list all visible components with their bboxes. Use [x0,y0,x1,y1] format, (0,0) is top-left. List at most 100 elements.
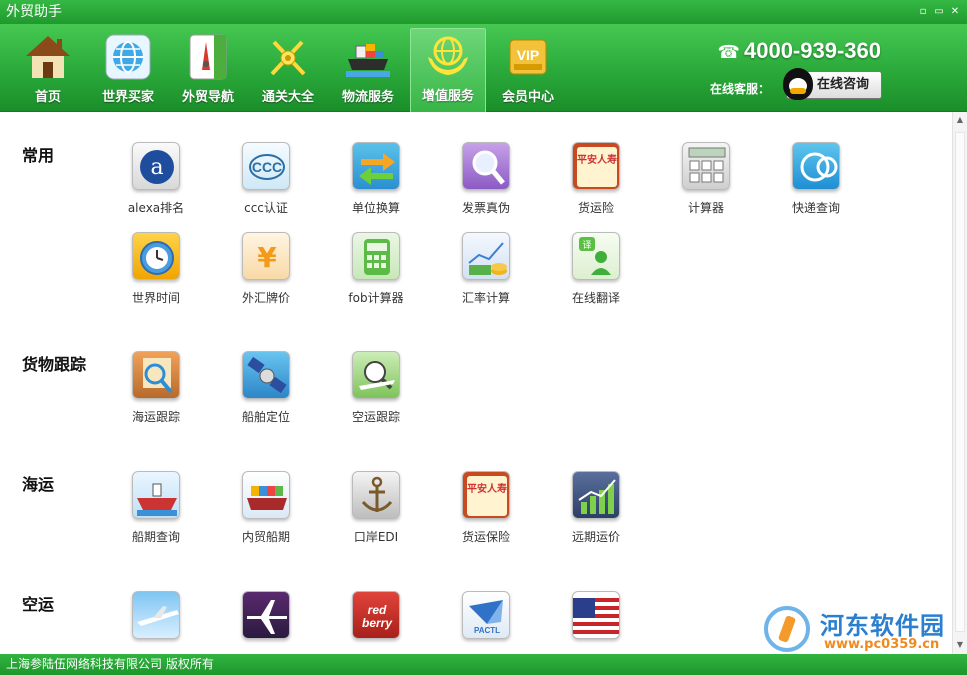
anchor-icon [352,471,400,519]
pactl-icon: PACTL [462,591,510,639]
tool-label: alexa排名 [127,201,185,215]
tool-invoice-check[interactable]: 发票真伪 [436,142,536,216]
tool-label: 在线翻译 [571,291,620,305]
nav-item-value-added[interactable]: 增值服务 [410,28,486,112]
tool-label: ccc认证 [244,201,288,215]
section-title-common: 常用 [22,146,55,165]
alarm-clock-icon [132,232,180,280]
vip-icon: VIP [504,34,552,80]
maximize-icon[interactable]: ▭ [933,6,945,18]
nav-item-logistics[interactable]: 物流服务 [330,30,406,110]
customs-icon [264,34,312,80]
tool-sea-tracking[interactable]: 海运跟踪 [106,351,206,425]
tool-label: 外汇牌价 [241,291,290,305]
tool-label: 远期运价 [571,530,620,544]
svg-text:a: a [150,155,163,180]
convert-arrows-icon [352,142,400,190]
ship-schedule-icon [132,471,180,519]
tool-label: 内贸船期 [241,530,290,544]
nav-item-member[interactable]: VIP 会员中心 [490,30,566,110]
nav-label: 增值服务 [421,89,474,104]
nav-item-trade-nav[interactable]: 外贸导航 [170,30,246,110]
sea-track-icon [132,351,180,399]
tool-ccc[interactable]: CCC ccc认证 [216,142,316,216]
vertical-scrollbar[interactable]: ▲ ▼ [952,112,967,654]
close-icon[interactable]: ✕ [949,6,961,18]
globe-icon [104,34,152,80]
nav-label: 物流服务 [341,90,394,105]
hotline: ☎ 4000-939-360 [718,38,881,64]
tool-label: 货运保险 [461,530,510,544]
window-controls: ▫ ▭ ✕ [917,0,961,24]
scroll-down-icon[interactable]: ▼ [955,640,965,650]
nav-label: 会员中心 [501,90,554,105]
nav-item-world-buyers[interactable]: 世界买家 [90,30,166,110]
tool-alexa[interactable]: a alexa排名 [106,142,206,216]
tool-label: 船舶定位 [241,410,290,424]
phone-number: 4000-939-360 [743,38,881,63]
tool-label: 世界时间 [131,291,180,305]
tool-freight-insurance[interactable]: 平安人寿 货运保险 [436,471,536,545]
insurance-icon: 平安人寿 [572,142,620,190]
tool-label: fob计算器 [348,291,404,305]
ship-icon [344,34,392,80]
tool-label: 空运跟踪 [351,410,400,424]
ccc-icon: CCC [242,142,290,190]
tool-port-edi[interactable]: 口岸EDI [326,471,426,545]
airplane-dark-icon [242,591,290,639]
tool-air-1[interactable] [106,591,206,648]
phone-icon: ☎ [717,42,740,63]
svg-text:VIP: VIP [517,47,540,63]
section-title-cargo-tracking: 货物跟踪 [22,355,87,374]
nav-label: 世界买家 [101,90,154,105]
status-bar: 上海参陆伍网络科技有限公司 版权所有 [0,654,967,675]
compass-icon [184,34,232,80]
alexa-icon: a [132,142,180,190]
exchange-chart-icon [462,232,510,280]
nav-label: 通关大全 [261,90,314,105]
watermark-logo [764,606,810,652]
rising-chart-icon [572,471,620,519]
tool-vessel-position[interactable]: 船舶定位 [216,351,316,425]
fob-calculator-icon [352,232,400,280]
air-track-icon [352,351,400,399]
container-ship-icon [242,471,290,519]
consult-label: 在线咨询 [817,77,870,92]
tool-unit-convert[interactable]: 单位换算 [326,142,426,216]
tool-ship-schedule[interactable]: 船期查询 [106,471,206,545]
tool-world-time[interactable]: 世界时间 [106,232,206,306]
tool-fob-calculator[interactable]: fob计算器 [326,232,426,306]
tool-forward-freight[interactable]: 远期运价 [546,471,646,545]
tool-air-5[interactable] [546,591,646,648]
scroll-thumb[interactable] [955,132,965,632]
scroll-up-icon[interactable]: ▲ [955,115,965,125]
satellite-icon [242,351,290,399]
tool-label: 货运险 [577,201,614,215]
tool-air-2[interactable] [216,591,316,648]
section-title-air: 空运 [22,595,55,614]
us-flag-icon [572,591,620,639]
tool-label: 计算器 [687,201,724,215]
nav-item-home[interactable]: 首页 [10,30,86,110]
tool-express[interactable]: 快递查询 [766,142,866,216]
redberry-icon: red berry [352,591,400,639]
express-icon [792,142,840,190]
tool-calculator[interactable]: 计算器 [656,142,756,216]
tool-forex[interactable]: ¥ 外汇牌价 [216,232,316,306]
tool-label: 单位换算 [351,201,400,215]
tool-translate[interactable]: 译 在线翻译 [546,232,646,306]
online-consult-button[interactable]: 在线咨询 [783,68,882,100]
tool-label: 船期查询 [131,530,180,544]
tool-air-4[interactable]: PACTL [436,591,536,648]
tool-domestic-ship-schedule[interactable]: 内贸船期 [216,471,316,545]
nav-label: 首页 [34,90,61,105]
watermark-name: 河东软件园 [820,612,945,640]
tool-air-tracking[interactable]: 空运跟踪 [326,351,426,425]
tool-air-3[interactable]: red berry [326,591,426,648]
nav-item-customs[interactable]: 通关大全 [250,30,326,110]
watermark-url: www.pc0359.cn [824,637,940,652]
tool-cargo-insurance[interactable]: 平安人寿 货运险 [546,142,646,216]
title-bar: 外贸助手 ▫ ▭ ✕ [0,0,967,24]
tool-exchange-rate[interactable]: 汇率计算 [436,232,536,306]
minimize-icon[interactable]: ▫ [917,6,929,18]
